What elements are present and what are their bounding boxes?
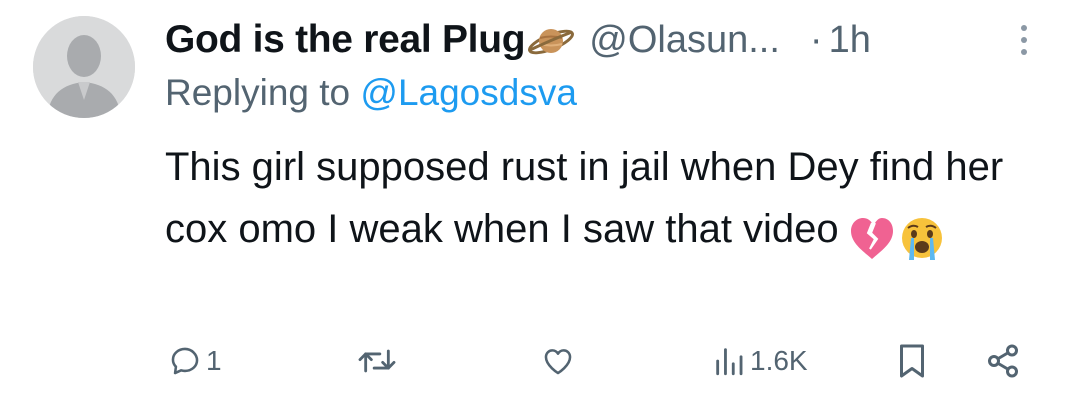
default-profile-icon bbox=[33, 16, 135, 118]
avatar[interactable] bbox=[33, 16, 135, 118]
replying-to: Replying to @Lagosdsva bbox=[165, 72, 577, 114]
text-emojis bbox=[849, 206, 945, 268]
timestamp[interactable]: 1h bbox=[829, 19, 871, 62]
saturn-icon bbox=[527, 20, 575, 60]
bookmark-icon bbox=[900, 344, 924, 378]
heart-icon bbox=[544, 349, 572, 375]
tweet-header: God is the real Plug @Olasun... · 1h bbox=[165, 12, 871, 68]
display-name[interactable]: God is the real Plug bbox=[165, 18, 526, 62]
reply-button[interactable]: 1 bbox=[168, 336, 222, 386]
more-vertical-icon bbox=[1021, 25, 1027, 55]
separator-dot: · bbox=[809, 18, 823, 61]
share-icon bbox=[988, 344, 1018, 378]
tweet-action-bar: 1 1.6K bbox=[0, 336, 1080, 386]
bookmark-button[interactable] bbox=[896, 336, 928, 386]
like-button[interactable] bbox=[540, 336, 576, 386]
replying-handle-link[interactable]: @Lagosdsva bbox=[360, 72, 577, 113]
more-options-button[interactable] bbox=[1014, 22, 1034, 58]
tweet-text-container: This girl supposed rust in jail when Dey… bbox=[165, 136, 1025, 268]
views-button[interactable]: 1.6K bbox=[712, 336, 808, 386]
comment-icon bbox=[171, 347, 199, 375]
crying-face-icon bbox=[901, 218, 942, 261]
views-count: 1.6K bbox=[750, 345, 808, 376]
broken-heart-icon bbox=[850, 218, 893, 260]
share-button[interactable] bbox=[984, 336, 1022, 386]
retweet-icon bbox=[358, 349, 396, 373]
reply-count: 1 bbox=[206, 345, 222, 376]
replying-prefix: Replying to bbox=[165, 72, 351, 113]
retweet-button[interactable] bbox=[357, 336, 397, 386]
user-handle[interactable]: @Olasun... bbox=[589, 19, 780, 62]
analytics-icon bbox=[716, 348, 743, 376]
